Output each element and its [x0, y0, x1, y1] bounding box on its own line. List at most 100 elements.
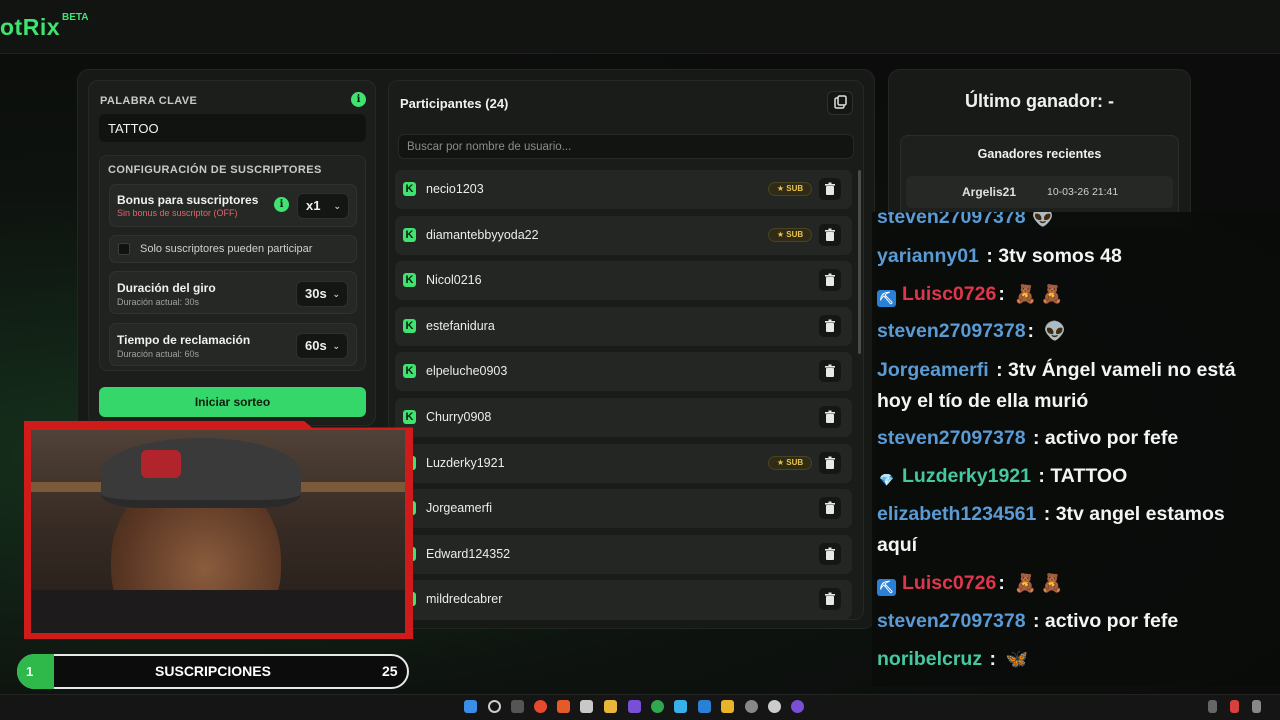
app-icon[interactable] [674, 700, 687, 713]
trash-icon [825, 364, 835, 378]
sub-badge: ★ SUB [768, 227, 812, 242]
chat-text: hoy el tío de ella murió [877, 390, 1089, 412]
delete-participant-button[interactable] [819, 588, 841, 611]
delete-participant-button[interactable] [819, 360, 841, 383]
tray-icon[interactable] [1208, 700, 1217, 713]
delete-participant-button[interactable] [819, 451, 841, 474]
participant-name: diamantebbyyoda22 [426, 227, 539, 242]
chat-text: : 3tv Ángel vameli no está [996, 359, 1236, 381]
bonus-info-icon[interactable]: i [274, 197, 289, 212]
trash-icon [825, 228, 835, 241]
chat-text: : [989, 648, 1002, 670]
chrome-icon-2[interactable] [651, 700, 664, 713]
delete-participant-button[interactable] [819, 314, 841, 337]
last-winner-title: Último ganador: - [965, 91, 1114, 111]
delete-participant-button[interactable] [819, 223, 841, 246]
participant-search-input[interactable] [398, 134, 854, 159]
chat-username: noribelcruz [877, 648, 983, 670]
only-subs-row[interactable]: Solo suscriptores pueden participar [109, 235, 357, 263]
participant-name: mildredcabrer [426, 592, 503, 607]
gem-badge-icon: 💎 [879, 473, 894, 487]
emote-icon: 🧸 [1014, 573, 1037, 593]
media-icon[interactable] [791, 700, 804, 713]
chat-text: : activo por fefe [1032, 427, 1179, 449]
delete-participant-button[interactable] [819, 406, 841, 428]
trash-icon [825, 547, 835, 560]
shield-icon[interactable] [698, 700, 711, 713]
spin-duration-select[interactable]: 30s ⌄ [296, 281, 348, 307]
delete-participant-button[interactable] [819, 269, 841, 292]
obs-icon[interactable] [745, 700, 758, 713]
participant-row: KJorgeamerfi [395, 489, 852, 529]
kick-icon: K [403, 364, 416, 379]
gear-icon[interactable] [768, 700, 781, 713]
sub-badge: ★ SUB [768, 182, 812, 196]
recent-winners-title: Ganadores recientes [977, 147, 1102, 161]
trash-icon [825, 410, 835, 423]
chat-message-continued: hoy el tío de ella murió [877, 386, 1272, 417]
emote-icon: 🧸 [1040, 284, 1064, 304]
top-bar: otRix BETA [0, 0, 1280, 54]
chat-message: elizabeth1234561 : 3tv angel estamos [877, 499, 1272, 530]
chevron-down-icon: ⌄ [332, 289, 340, 299]
emote-icon: 🧸 [1014, 284, 1037, 304]
participant-row: KEdward124352 [395, 534, 852, 574]
windows-start-icon[interactable] [464, 700, 477, 713]
task-view-icon[interactable] [511, 700, 524, 713]
participants-scrollbar[interactable] [858, 170, 861, 354]
mic-icon[interactable] [1230, 700, 1239, 713]
chrome-icon[interactable] [534, 700, 547, 713]
pickaxe-badge-icon: ⛏ [877, 290, 896, 307]
app-logo[interactable]: otRix [0, 14, 60, 41]
delete-participant-button[interactable] [819, 542, 841, 565]
participant-name: Edward124352 [426, 546, 511, 561]
claim-time-select[interactable]: 60s ⌄ [296, 333, 348, 359]
bonus-subtitle: Sin bonus de suscriptor (OFF) [117, 208, 238, 218]
copy-button[interactable] [827, 91, 853, 115]
chat-message-continued: aquí [877, 530, 1272, 561]
calendar-icon[interactable] [580, 700, 593, 713]
brave-icon[interactable] [557, 700, 570, 713]
chat-username: Jorgeamerfi [877, 359, 989, 381]
info-icon[interactable]: i [351, 92, 366, 107]
chat-username: elizabeth1234561 [877, 503, 1037, 525]
participant-row: K Nicol0216 [395, 261, 852, 301]
keyword-label: PALABRA CLAVE [100, 95, 198, 107]
participant-row: Knecio1203 ★ SUB [395, 170, 852, 209]
chat-message: Jorgeamerfi : 3tv Ángel vameli no está [877, 355, 1272, 386]
emote-icon: 🧸 [1040, 573, 1064, 593]
trash-icon [825, 273, 835, 287]
chat-username: steven27097378 [877, 427, 1026, 449]
shirt [31, 590, 405, 633]
chat-username: yarianny01 [877, 245, 979, 267]
trash-icon [825, 319, 835, 332]
participant-name: Nicol0216 [426, 273, 482, 288]
chat-message: ⛏ Luisc0726: 🧸 🧸 [877, 568, 1272, 599]
bonus-select[interactable]: x1 ⌄ [297, 193, 349, 219]
bonus-row: Bonus para suscriptores Sin bonus de sus… [109, 184, 357, 227]
chevron-down-icon: ⌄ [333, 201, 341, 211]
keyword-input[interactable] [99, 114, 366, 142]
start-raffle-button[interactable]: Iniciar sorteo [99, 387, 366, 417]
volume-icon[interactable] [1252, 700, 1261, 713]
delete-participant-button[interactable] [819, 178, 841, 200]
twitch-icon[interactable] [628, 700, 641, 713]
search-icon[interactable] [488, 700, 501, 713]
delete-participant-button[interactable] [819, 497, 841, 520]
kick-icon: K [403, 182, 416, 196]
folder-icon[interactable] [604, 700, 617, 713]
pickaxe-badge-icon: ⛏ [877, 579, 896, 596]
participants-title: Participantes (24) [400, 96, 509, 111]
cap [101, 438, 301, 508]
webcam-feed [31, 430, 405, 633]
spin-duration-title: Duración del giro [117, 281, 216, 295]
cap-logo [141, 450, 181, 478]
bonus-select-value: x1 [306, 198, 321, 213]
recent-winner-row: Argelis21 10-03-26 21:41 [906, 176, 1173, 208]
chat-message: yarianny01 : 3tv somos 48 [877, 241, 1272, 272]
only-subs-checkbox[interactable] [118, 243, 130, 255]
chat-text: : [998, 283, 1011, 305]
rockstar-icon[interactable] [721, 700, 734, 713]
chat-message: steven27097378 : activo por fefe [877, 423, 1272, 454]
chat-message: 💎 Luzderky1921 : TATTOO [877, 461, 1272, 492]
